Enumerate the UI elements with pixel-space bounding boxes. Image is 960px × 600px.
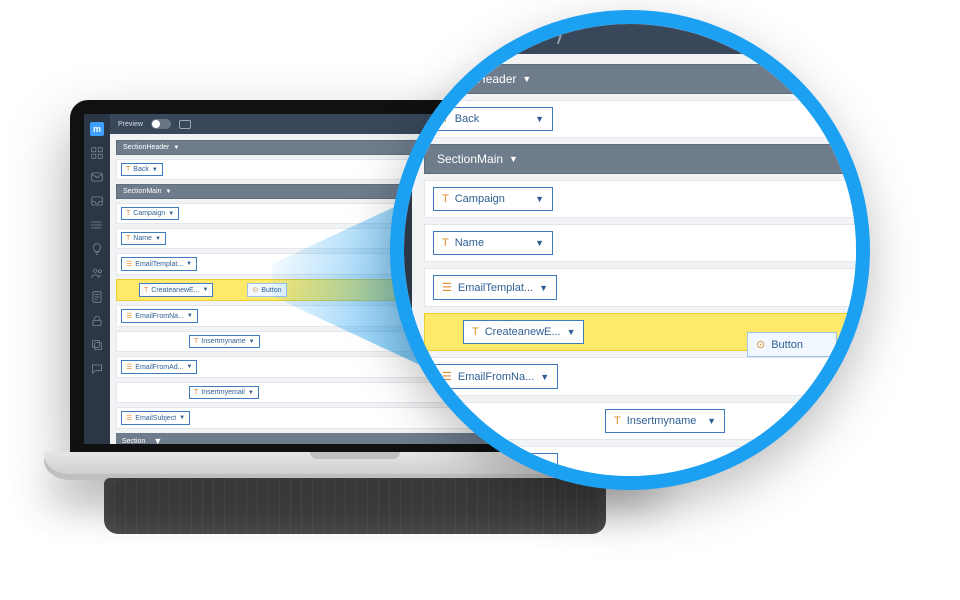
zoom-sidebar <box>390 14 412 490</box>
field-name[interactable]: TName▼ <box>121 232 166 245</box>
lightbulb-icon[interactable] <box>390 120 399 142</box>
row-campaign[interactable]: TCampaign▼ <box>424 180 870 218</box>
lock-icon[interactable] <box>90 314 104 328</box>
lightbulb-icon[interactable] <box>90 242 104 256</box>
row-email-from-name[interactable]: ☰EmailFromNa...▼ <box>424 357 870 396</box>
zoom-topbar <box>412 14 870 54</box>
desktop-device-icon[interactable] <box>480 27 502 42</box>
mail-icon[interactable] <box>90 170 104 184</box>
list-icon[interactable] <box>390 80 399 102</box>
field-create-new[interactable]: TCreateanewE...▼ <box>139 283 213 297</box>
field-campaign[interactable]: TCampaign▼ <box>121 207 179 220</box>
zoom-content: SectionHeader▼ TBack▼ SectionMain▼ TCamp… <box>390 14 870 490</box>
laptop-notch <box>310 452 400 459</box>
zoom-magnifier: SectionHeader▼ TBack▼ SectionMain▼ TCamp… <box>390 10 870 490</box>
document-icon[interactable] <box>90 290 104 304</box>
document-icon[interactable] <box>390 200 399 222</box>
field-email-from-name[interactable]: ☰EmailFromNa...▼ <box>121 309 198 323</box>
zoom-canvas: SectionHeader▼ TBack▼ SectionMain▼ TCamp… <box>412 54 870 490</box>
drop-button-pill[interactable]: ⊙Button <box>247 283 286 297</box>
row-back[interactable]: TBack▼ <box>424 100 870 138</box>
undo-icon[interactable] <box>514 24 535 45</box>
row-insert-my-name[interactable]: TInsertmyname▼ <box>424 402 870 440</box>
dashboard-icon[interactable] <box>90 146 104 160</box>
row-name[interactable]: TName▼ <box>424 224 870 262</box>
drop-button-pill[interactable]: ⊙Button <box>747 332 837 357</box>
preview-toggle[interactable] <box>151 119 171 129</box>
field-insert-my-name[interactable]: TInsertmyname▼ <box>189 335 260 348</box>
copy-icon[interactable] <box>90 338 104 352</box>
row-email-from-addr[interactable]: ☰EmailFromAd...▼ <box>424 446 870 485</box>
preview-label: Preview <box>118 121 143 128</box>
field-back[interactable]: TBack▼ <box>121 163 163 176</box>
sidebar: m <box>84 114 110 444</box>
row-create-new[interactable]: TCreateanewE...▼ ⊙Button <box>424 313 870 351</box>
section-main-bar[interactable]: SectionMain▼ <box>424 144 870 174</box>
field-email-from-addr[interactable]: ☰EmailFromAd...▼ <box>121 360 197 374</box>
users-icon[interactable] <box>90 266 104 280</box>
section-header-bar[interactable]: SectionHeader▼ <box>424 64 870 94</box>
zoom-view: SectionHeader▼ TBack▼ SectionMain▼ TCamp… <box>390 10 870 490</box>
inbox-icon[interactable] <box>90 194 104 208</box>
redo-icon[interactable] <box>544 24 565 45</box>
field-email-from-addr[interactable]: ☰EmailFromAd...▼ <box>433 453 558 478</box>
field-email-template[interactable]: ☰EmailTemplat...▼ <box>121 257 197 271</box>
list-icon[interactable] <box>90 218 104 232</box>
field-name[interactable]: TName▼ <box>433 231 553 255</box>
field-insert-my-email[interactable]: TInsertmyemail▼ <box>189 386 259 399</box>
field-campaign[interactable]: TCampaign▼ <box>433 187 553 211</box>
field-back[interactable]: TBack▼ <box>433 107 553 131</box>
field-insert-my-name[interactable]: TInsertmyname▼ <box>605 409 725 433</box>
field-email-from-name[interactable]: ☰EmailFromNa...▼ <box>433 364 558 389</box>
desktop-device-icon[interactable] <box>179 120 191 129</box>
chat-icon[interactable] <box>90 362 104 376</box>
logo[interactable]: m <box>90 122 104 136</box>
field-create-new[interactable]: TCreateanewE...▼ <box>463 320 584 344</box>
row-email-template[interactable]: ☰EmailTemplat...▼ <box>424 268 870 307</box>
users-icon[interactable] <box>390 160 399 182</box>
zoom-preview-toggle[interactable] <box>426 25 466 43</box>
zoom-main: SectionHeader▼ TBack▼ SectionMain▼ TCamp… <box>412 14 870 490</box>
field-email-subject[interactable]: ☰EmailSubject▼ <box>121 411 190 425</box>
menu-icon[interactable] <box>390 40 399 62</box>
field-email-template[interactable]: ☰EmailTemplat...▼ <box>433 275 557 300</box>
